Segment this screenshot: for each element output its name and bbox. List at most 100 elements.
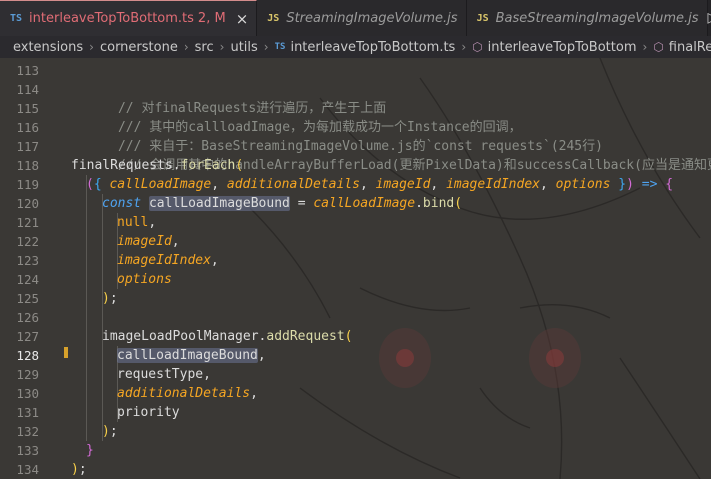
paren: )	[102, 424, 110, 439]
line-number: 120	[16, 196, 39, 211]
paren: )	[626, 177, 634, 192]
arrow-operator: =>	[641, 177, 658, 192]
tab-label: BaseStreamingImageVolume.js	[495, 10, 699, 26]
tab-label: StreamingImageVolume.js	[286, 10, 458, 26]
chevron-right-icon: ›	[461, 40, 467, 54]
indent-guide	[86, 175, 87, 441]
code-line-127: imageLoadPoolManager.addRequest(	[102, 327, 352, 346]
line-number: 113	[16, 63, 39, 78]
code-line-133: }	[86, 441, 94, 460]
code-line-128: callLoadImageBound,	[117, 346, 266, 365]
paren: (	[86, 177, 94, 192]
code-line-132: );	[102, 422, 118, 441]
tab-base-streaming-image-volume[interactable]: JS BaseStreamingImageVolume.js	[466, 0, 708, 36]
tab-interleave-to-bottom[interactable]: TS interleaveTopToBottom.ts 2, M ×	[0, 0, 258, 36]
chevron-right-icon: ›	[642, 40, 648, 54]
typescript-file-icon: TS	[274, 42, 286, 52]
indent-guide	[102, 194, 103, 441]
code-line-121: null,	[117, 213, 156, 232]
parameter: imageId	[375, 177, 431, 192]
line-number: 122	[16, 234, 39, 249]
code-line-116: /// 来自于：BaseStreamingImageVolume.js的`con…	[71, 118, 603, 154]
chevron-right-icon: ›	[263, 40, 269, 54]
method-cube-icon: ⬡	[472, 40, 483, 54]
line-number: 115	[16, 101, 39, 116]
line-number: 116	[16, 120, 39, 135]
line-number: 133	[16, 443, 39, 458]
javascript-file-icon: JS	[476, 12, 489, 24]
breadcrumb-item-function[interactable]: interleaveTopToBottom	[488, 40, 637, 55]
code-line-124: options	[117, 270, 172, 289]
line-number: 132	[16, 424, 39, 439]
brace: {	[665, 177, 674, 192]
highlighted-identifier: callLoadImageBound	[117, 348, 258, 363]
line-number: 127	[16, 329, 39, 344]
method-cube-icon: ⬡	[653, 40, 664, 54]
operator: ,	[359, 177, 368, 192]
tab-label: interleaveTopToBottom.ts	[29, 11, 194, 26]
parameter: imageIdIndex	[446, 177, 540, 192]
null-literal: null	[117, 215, 149, 230]
tab-streaming-image-volume[interactable]: JS StreamingImageVolume.js	[257, 0, 467, 36]
breadcrumb-item-src[interactable]: src	[195, 40, 214, 55]
parameter: callLoadImage	[109, 177, 212, 192]
close-icon[interactable]: ×	[236, 10, 249, 28]
operator: .	[415, 196, 423, 211]
line-number: 129	[16, 367, 39, 382]
operator: ,	[257, 348, 266, 363]
line-number: 114	[16, 82, 39, 97]
breadcrumb-item-utils[interactable]: utils	[230, 40, 257, 55]
operator: ;	[109, 291, 118, 306]
parameter: additionalDetails	[226, 177, 360, 192]
breadcrumb-item-extensions[interactable]: extensions	[13, 40, 83, 55]
parameter: callLoadImage	[313, 196, 416, 211]
code-line-114: // 对finalRequests进行遍历，产生于上面	[71, 80, 386, 116]
run-icon[interactable]: ▷	[707, 0, 711, 36]
tab-problem-badge: 2, M	[197, 11, 226, 26]
line-number: 124	[16, 272, 39, 287]
operator: ,	[210, 253, 219, 268]
code-line-131: priority	[117, 403, 180, 422]
line-number-current: 128	[16, 348, 39, 363]
chevron-right-icon: ›	[89, 40, 94, 54]
breadcrumb: extensions › cornerstone › src › utils ›…	[0, 36, 711, 58]
operator: ,	[148, 215, 157, 230]
identifier: requestType	[117, 367, 204, 382]
code-line-129: requestType,	[117, 365, 211, 384]
paren: )	[71, 462, 79, 477]
code-area[interactable]: // 对finalRequests进行遍历，产生于上面 /// 其中的calll…	[71, 58, 711, 479]
breadcrumb-item-symbol[interactable]: finalRequests.for	[669, 40, 711, 55]
operator: ,	[171, 234, 180, 249]
identifier: imageLoadPoolManager	[102, 329, 259, 344]
keyword: const	[102, 196, 142, 211]
brace: {	[93, 177, 102, 192]
line-number: 125	[16, 291, 39, 306]
identifier: finalRequests	[71, 158, 173, 173]
operator: ;	[78, 462, 87, 477]
code-line-123: imageIdIndex,	[117, 251, 219, 270]
parameter: imageId	[117, 234, 172, 249]
identifier: priority	[117, 405, 180, 420]
function-name: bind	[422, 196, 455, 211]
highlighted-identifier: callLoadImageBound	[148, 196, 290, 211]
code-line-120: const callLoadImageBound = callLoadImage…	[102, 194, 462, 213]
line-number-gutter: 113 114 115 116 117 118 119 120 121 122 …	[0, 58, 58, 479]
parameter: imageIdIndex	[117, 253, 211, 268]
paren: (	[344, 329, 353, 344]
code-line-130: additionalDetails,	[117, 384, 258, 403]
chevron-right-icon: ›	[219, 40, 225, 54]
code-line-115: /// 其中的callloadImage，为每加载成功一个Instance的回调…	[71, 99, 522, 135]
line-number: 123	[16, 253, 39, 268]
breadcrumb-item-cornerstone[interactable]: cornerstone	[100, 40, 178, 55]
code-line-125: );	[102, 289, 118, 308]
breadcrumb-item-file[interactable]: interleaveTopToBottom.ts	[290, 40, 455, 55]
line-number: 126	[16, 310, 39, 325]
code-editor[interactable]: 113 114 115 116 117 118 119 120 121 122 …	[0, 58, 711, 479]
typescript-file-icon: TS	[10, 13, 23, 24]
code-line-117: /// 会调用其中的handleArrayBufferLoad(更新PixelD…	[71, 137, 711, 173]
